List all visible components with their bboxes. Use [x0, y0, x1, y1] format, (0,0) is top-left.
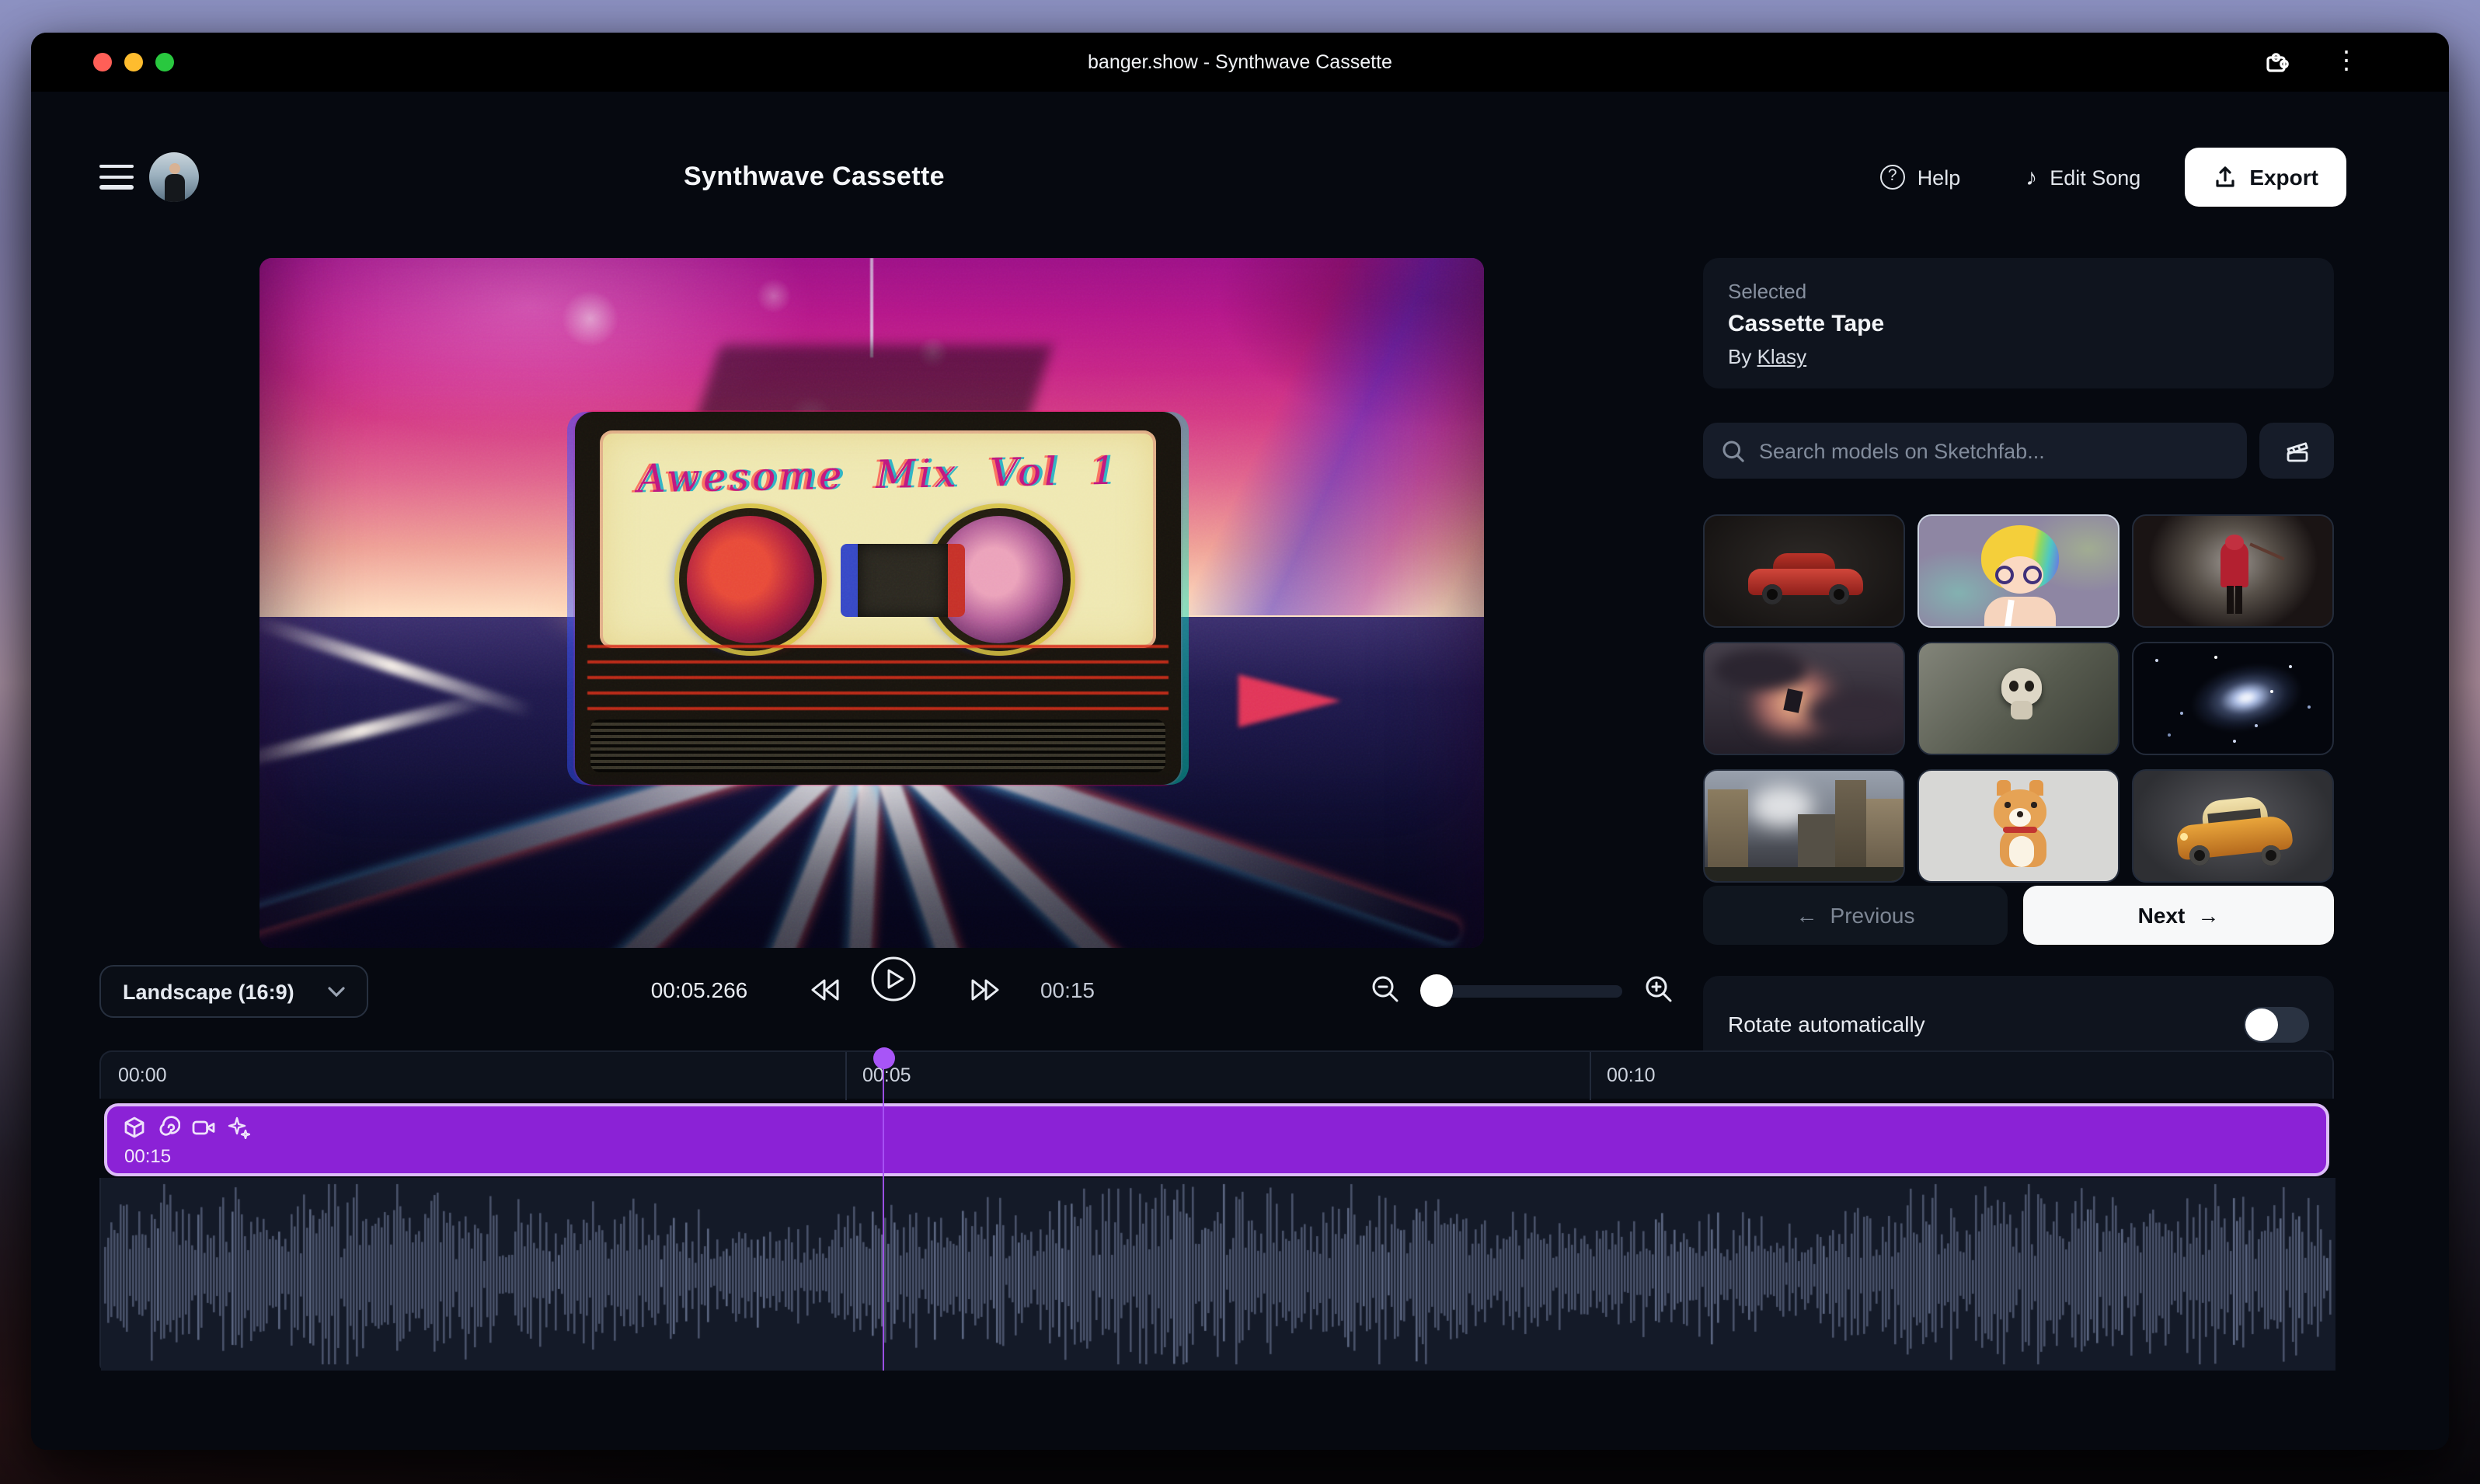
ruler-tick-0: 00:00 [118, 1064, 167, 1086]
chevron-down-icon [328, 986, 345, 997]
zoom-in-button[interactable] [1644, 974, 1674, 1004]
model-thumbnail-spiral-galaxy[interactable] [2132, 642, 2334, 755]
timeline-ruler[interactable]: 00:00 00:05 00:10 [99, 1050, 2334, 1099]
video-preview[interactable]: Awesome Mix Vol 1 [259, 258, 1484, 948]
page-title: Synthwave Cassette [684, 162, 945, 193]
sparkles-icon [227, 1116, 250, 1139]
model-search [1703, 423, 2247, 479]
model-thumbnail-storm-clouds[interactable] [1703, 642, 1905, 755]
desktop-wallpaper: banger.show - Synthwave Cassette ⋮ Synth… [0, 0, 2480, 1484]
help-icon: ? [1880, 165, 1905, 190]
selected-author: By Klasy [1728, 345, 2309, 368]
window-title: banger.show - Synthwave Cassette [31, 33, 2449, 92]
extensions-icon[interactable] [2262, 48, 2290, 76]
selected-label: Selected [1728, 280, 2309, 303]
arrow-left-icon: ← [1796, 903, 1818, 928]
total-duration: 00:15 [1026, 977, 1109, 1002]
previous-button[interactable]: ← Previous [1703, 886, 2008, 945]
search-icon [1722, 439, 1745, 462]
zoom-out-button[interactable] [1371, 974, 1400, 1004]
clapperboard-icon [2283, 437, 2310, 464]
music-note-icon: ♪ [2025, 164, 2037, 190]
arrow-right-icon: → [2197, 903, 2219, 928]
play-button[interactable] [870, 956, 917, 1002]
model-thumbnail-anime-girl[interactable] [1917, 514, 2119, 628]
ruler-tick-2: 00:10 [1607, 1064, 1656, 1086]
spiral-icon [157, 1116, 180, 1139]
model-thumbnail-orange-toy-car[interactable] [2132, 769, 2334, 883]
edit-song-button[interactable]: ♪ Edit Song [2004, 148, 2162, 207]
clip-icons [123, 1116, 250, 1139]
model-thumbnail-shiba-dog[interactable] [1917, 769, 2119, 883]
export-icon [2212, 165, 2237, 190]
aspect-ratio-dropdown[interactable]: Landscape (16:9) [99, 965, 368, 1018]
author-link[interactable]: Klasy [1757, 345, 1807, 368]
browser-window: banger.show - Synthwave Cassette ⋮ Synth… [31, 33, 2449, 1450]
selected-model-name: Cassette Tape [1728, 311, 2309, 337]
selected-model-card: Selected Cassette Tape By Klasy [1703, 258, 2334, 388]
model-thumbnail-red-sports-car[interactable] [1703, 514, 1905, 628]
avatar[interactable] [149, 152, 199, 202]
menu-hamburger-icon[interactable] [99, 165, 134, 190]
audio-waveform[interactable] [99, 1178, 2334, 1371]
timeline-zoom-slider[interactable] [1423, 985, 1622, 998]
cube-icon [123, 1116, 146, 1139]
model-thumbnail-red-cloaked-figure[interactable] [2132, 514, 2334, 628]
playhead[interactable] [873, 1047, 895, 1371]
fast-forward-button[interactable] [970, 977, 1002, 1002]
rewind-button[interactable] [808, 977, 841, 1002]
rotate-setting-card: Rotate automatically [1703, 976, 2334, 1050]
rotate-automatically-label: Rotate automatically [1728, 1012, 1925, 1036]
next-button[interactable]: Next → [2023, 886, 2334, 945]
model-thumbnail-city-street[interactable] [1703, 769, 1905, 883]
current-time: 00:05.266 [637, 977, 761, 1002]
export-button[interactable]: Export [2184, 148, 2346, 207]
titlebar: banger.show - Synthwave Cassette ⋮ [31, 33, 2449, 92]
search-input[interactable] [1759, 439, 2228, 462]
timeline-zoom-knob[interactable] [1420, 974, 1453, 1007]
rotate-automatically-toggle[interactable] [2244, 1006, 2309, 1042]
random-model-button[interactable] [2259, 423, 2334, 479]
model-grid [1703, 514, 2334, 883]
browser-menu-icon[interactable]: ⋮ [2334, 45, 2356, 79]
video-camera-icon [191, 1116, 216, 1139]
timeline-clip[interactable]: 00:15 [104, 1103, 2329, 1176]
clip-duration: 00:15 [124, 1145, 171, 1167]
header-actions: ? Help ♪ Edit Song Export [1858, 148, 2346, 207]
model-thumbnail-skull[interactable] [1917, 642, 2119, 755]
help-button[interactable]: ? Help [1858, 148, 1983, 207]
